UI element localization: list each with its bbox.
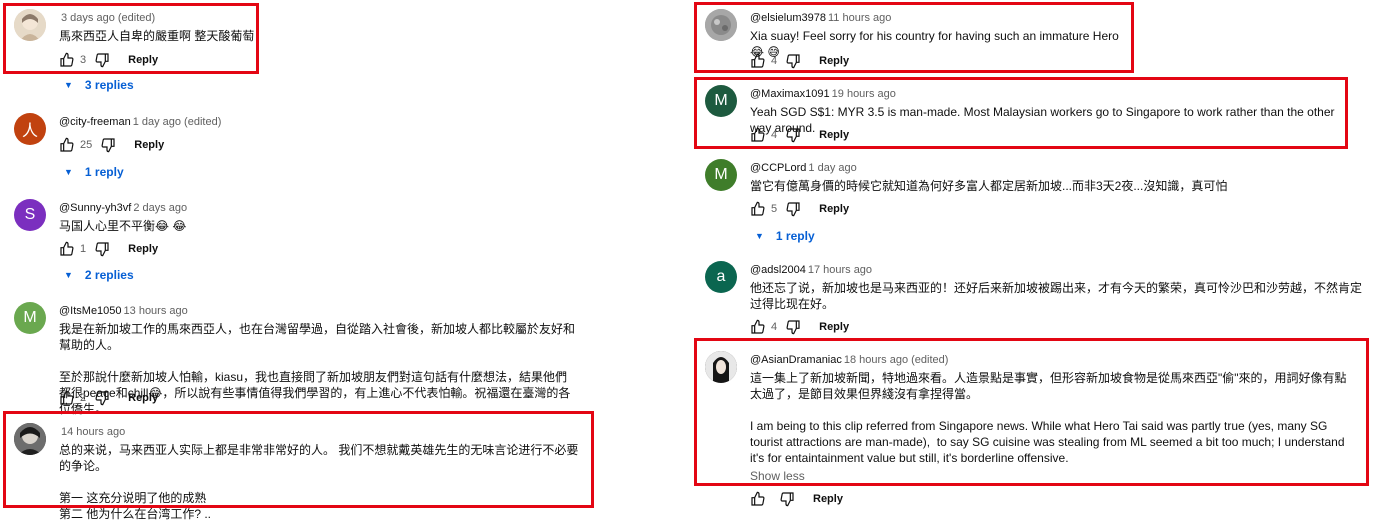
highlight-box xyxy=(3,411,594,508)
avatar[interactable]: M xyxy=(705,159,737,191)
comment-time[interactable]: 1 day ago xyxy=(808,162,856,174)
avatar[interactable]: a xyxy=(705,261,737,293)
dislike-icon[interactable] xyxy=(100,137,116,153)
comment-actions: 5 Reply xyxy=(750,200,849,218)
chevron-down-icon: ▼ xyxy=(755,231,764,241)
dislike-icon[interactable] xyxy=(779,491,795,507)
highlight-box xyxy=(694,2,1134,73)
comment-author[interactable]: @Sunny-yh3vf xyxy=(59,202,131,214)
comment-text: 當它有億萬身價的時候它就知道為何好多富人都定居新加坡...而非3天2夜...沒知… xyxy=(750,179,1228,193)
chevron-down-icon: ▼ xyxy=(64,80,73,90)
view-replies-button[interactable]: ▼ 2 replies xyxy=(64,268,134,282)
replies-label: 1 reply xyxy=(775,229,815,243)
comment-time[interactable]: 1 day ago (edited) xyxy=(133,116,222,128)
comment-time[interactable]: 2 days ago xyxy=(133,202,187,214)
comment-actions: 4 Reply xyxy=(750,318,849,336)
comment-meta: @Sunny-yh3vf 2 days ago xyxy=(59,202,187,214)
like-icon[interactable] xyxy=(59,241,75,257)
reply-button[interactable]: Reply xyxy=(819,321,849,333)
view-replies-button[interactable]: ▼ 1 reply xyxy=(755,229,815,243)
avatar[interactable]: S xyxy=(14,199,46,231)
comment-actions: 25 Reply xyxy=(59,136,164,154)
like-icon[interactable] xyxy=(750,491,766,507)
comment-meta: @ItsMe1050 13 hours ago xyxy=(59,305,188,317)
like-count: 4 xyxy=(771,321,778,333)
like-count: 5 xyxy=(771,203,778,215)
comment-author[interactable]: @CCPLord xyxy=(750,162,806,174)
comment-meta: @city-freeman 1 day ago (edited) xyxy=(59,116,221,128)
replies-label: 1 reply xyxy=(84,165,124,179)
dislike-icon[interactable] xyxy=(94,390,110,406)
comment-item: a @adsl2004 17 hours ago 他还忘了说，新加坡也是马来西亚的… xyxy=(705,261,1365,336)
dislike-icon[interactable] xyxy=(94,241,110,257)
replies-label: 2 replies xyxy=(84,268,134,282)
comment-item: S @Sunny-yh3vf 2 days ago 马国人心里不平衡😂 😂 1 R… xyxy=(14,199,574,259)
chevron-down-icon: ▼ xyxy=(64,270,73,280)
like-icon[interactable] xyxy=(750,201,766,217)
comment-actions: 2 Reply xyxy=(59,389,158,407)
comment-text: 马国人心里不平衡😂 😂 xyxy=(59,219,187,233)
like-count: 25 xyxy=(80,139,93,151)
comment-item: M @CCPLord 1 day ago 當它有億萬身價的時候它就知道為何好多富人… xyxy=(705,159,1345,219)
reply-button[interactable]: Reply xyxy=(128,243,158,255)
like-icon[interactable] xyxy=(59,137,75,153)
dislike-icon[interactable] xyxy=(785,201,801,217)
highlight-box xyxy=(3,3,259,74)
comment-author[interactable]: @city-freeman xyxy=(59,116,131,128)
comment-item: M @ItsMe1050 13 hours ago 我是在新加坡工作的馬來西亞人，… xyxy=(14,302,584,416)
dislike-icon[interactable] xyxy=(785,319,801,335)
comment-actions: 1 Reply xyxy=(59,240,158,258)
view-replies-button[interactable]: ▼ 3 replies xyxy=(64,78,134,92)
like-icon[interactable] xyxy=(59,390,75,406)
highlight-box xyxy=(694,77,1348,149)
avatar[interactable]: 人 xyxy=(14,113,46,145)
comment-item: 人 @city-freeman 1 day ago (edited) 25 Rep… xyxy=(14,113,574,158)
highlight-box xyxy=(694,338,1369,486)
comment-time[interactable]: 17 hours ago xyxy=(808,264,872,276)
like-count: 1 xyxy=(80,243,87,255)
comment-author[interactable]: @adsl2004 xyxy=(750,264,806,276)
reply-button[interactable]: Reply xyxy=(134,139,164,151)
reply-button[interactable]: Reply xyxy=(813,493,843,505)
comment-meta: @CCPLord 1 day ago xyxy=(750,162,857,174)
like-count: 2 xyxy=(80,392,87,404)
comment-text: 他还忘了说，新加坡也是马来西亚的！还好后来新加坡被踢出来，才有今天的繁荣，真可怜… xyxy=(750,281,1363,311)
reply-button[interactable]: Reply xyxy=(128,392,158,404)
comment-actions: Reply xyxy=(750,490,843,508)
like-icon[interactable] xyxy=(750,319,766,335)
comment-meta: @adsl2004 17 hours ago xyxy=(750,264,872,276)
view-replies-button[interactable]: ▼ 1 reply xyxy=(64,165,124,179)
comment-time[interactable]: 13 hours ago xyxy=(124,305,188,317)
avatar[interactable]: M xyxy=(14,302,46,334)
reply-button[interactable]: Reply xyxy=(819,203,849,215)
replies-label: 3 replies xyxy=(84,78,134,92)
comment-author[interactable]: @ItsMe1050 xyxy=(59,305,122,317)
chevron-down-icon: ▼ xyxy=(64,167,73,177)
